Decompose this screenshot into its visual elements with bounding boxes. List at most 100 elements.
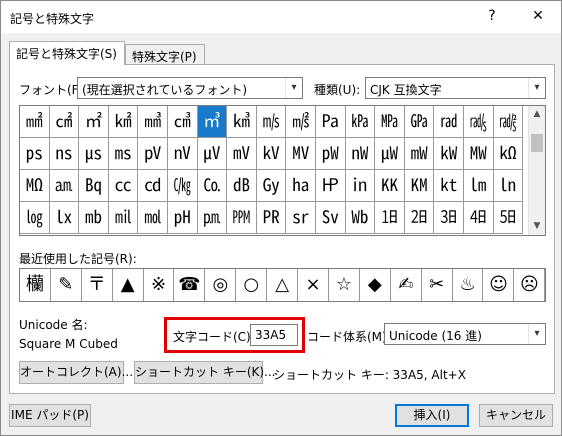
symbol-cell[interactable]: ㏇ <box>197 170 228 202</box>
symbol-cell[interactable]: ㏔ <box>79 202 109 234</box>
recent-symbol-cell[interactable]: ☎ <box>175 269 206 301</box>
recent-symbol-cell[interactable]: ◆ <box>360 269 391 301</box>
symbol-cell[interactable]: ㏜ <box>316 202 346 234</box>
symbol-cell[interactable]: ㏏ <box>434 170 464 202</box>
symbol-cell[interactable]: ㏃ <box>79 170 109 202</box>
symbol-cell[interactable]: ㎴ <box>138 138 168 170</box>
recent-symbol-cell[interactable]: ○ <box>236 269 268 301</box>
recent-symbol-cell[interactable]: 欗 <box>20 269 51 301</box>
symbol-cell[interactable]: ㏆ <box>168 170 198 202</box>
symbol-cell[interactable]: ㏌ <box>345 170 376 202</box>
symbol-cell[interactable]: ㎺ <box>316 138 346 170</box>
symbol-cell[interactable]: ㎣ <box>138 106 168 138</box>
recent-symbol-cell[interactable]: ◎ <box>205 269 237 301</box>
subset-select[interactable]: CJK 互換文字 ▾ <box>365 77 546 99</box>
symbol-cell[interactable]: ㏡ <box>404 202 435 234</box>
char-code-input[interactable]: 33A5 <box>250 324 298 346</box>
symbol-cell[interactable]: ㎪ <box>345 106 376 138</box>
symbol-cell[interactable]: ㏎ <box>404 170 435 202</box>
symbol-cell[interactable]: ㎡ <box>79 106 109 138</box>
insert-button[interactable]: 挿入(I) <box>395 404 469 427</box>
symbol-cell[interactable]: ㎸ <box>256 138 287 170</box>
font-select[interactable]: (現在選択されているフォント) ▾ <box>77 77 303 99</box>
symbol-cell[interactable]: ㎯ <box>493 106 524 138</box>
symbol-cell[interactable]: ㎷ <box>227 138 257 170</box>
ime-pad-button[interactable]: IME パッド(P) <box>9 404 91 427</box>
symbol-cell[interactable]: ㏄ <box>108 170 139 202</box>
symbol-cell[interactable]: ㎹ <box>286 138 316 170</box>
recent-symbol-cell[interactable]: ☆ <box>329 269 360 301</box>
symbol-cell[interactable]: ㎟ <box>20 106 50 138</box>
symbol-cell[interactable]: ㏒ <box>20 202 50 234</box>
symbol-cell[interactable]: ㎧ <box>256 106 287 138</box>
symbol-cell[interactable]: ㏓ <box>49 202 80 234</box>
symbol-cell[interactable]: ㏊ <box>286 170 316 202</box>
symbol-cell[interactable]: ㏙ <box>227 202 257 234</box>
symbol-cell[interactable]: ㏋ <box>316 170 346 202</box>
symbol-cell[interactable]: ㎨ <box>286 106 316 138</box>
symbol-cell[interactable]: ㏣ <box>464 202 494 234</box>
recent-symbol-cell[interactable]: ♨ <box>453 269 484 301</box>
recent-symbol-cell[interactable]: ※ <box>144 269 175 301</box>
symbol-cell[interactable]: ㏀ <box>493 138 524 170</box>
symbol-cell[interactable]: ㏑ <box>493 170 524 202</box>
symbol-cell[interactable]: ㎢ <box>108 106 139 138</box>
code-system-select[interactable]: Unicode (16 進) ▾ <box>384 323 546 345</box>
tab-special-characters[interactable]: 特殊文字(P) <box>125 44 205 66</box>
symbol-cell[interactable]: ㎽ <box>404 138 435 170</box>
symbol-cell[interactable]: ㏈ <box>227 170 257 202</box>
recent-symbol-cell[interactable]: ▲ <box>113 269 144 301</box>
tab-symbols[interactable]: 記号と特殊文字(S) <box>9 41 125 65</box>
scroll-down-icon[interactable]: ▼ <box>529 218 545 235</box>
recent-symbol-cell[interactable]: × <box>298 269 329 301</box>
symbol-cell[interactable]: ㏝ <box>345 202 376 234</box>
symbol-cell[interactable]: ㎬ <box>404 106 435 138</box>
shortcut-key-button[interactable]: ショートカット キー(K)... <box>134 361 276 384</box>
symbol-cell[interactable]: ㏗ <box>168 202 198 234</box>
symbol-cell[interactable]: ㎱ <box>49 138 80 170</box>
symbol-cell[interactable]: ㎼ <box>375 138 405 170</box>
recent-symbol-cell[interactable]: ✎ <box>51 269 82 301</box>
autocorrect-button[interactable]: オートコレクト(A)... <box>19 361 133 384</box>
symbol-cell[interactable]: ㏉ <box>256 170 287 202</box>
symbol-cell[interactable]: ㎲ <box>79 138 109 170</box>
symbol-cell[interactable]: ㎮ <box>464 106 494 138</box>
recent-symbol-cell[interactable]: 〒 <box>82 269 113 301</box>
symbol-cell[interactable]: ㏘ <box>197 202 228 234</box>
symbol-cell[interactable]: ㎻ <box>345 138 376 170</box>
symbol-cell[interactable]: ㎥ <box>197 106 228 138</box>
symbol-cell[interactable]: ㏍ <box>375 170 405 202</box>
symbol-cell[interactable]: ㎰ <box>20 138 50 170</box>
symbol-cell[interactable]: ㏛ <box>286 202 316 234</box>
cancel-button[interactable]: キャンセル <box>479 404 553 427</box>
symbol-cell[interactable]: ㏚ <box>256 202 287 234</box>
symbol-cell[interactable]: ㎩ <box>316 106 346 138</box>
symbol-cell[interactable]: ㏤ <box>493 202 524 234</box>
symbol-cell[interactable]: ㎭ <box>434 106 464 138</box>
grid-scrollbar[interactable]: ▲ ▼ <box>528 106 545 235</box>
symbol-cell[interactable]: ㏠ <box>375 202 405 234</box>
scroll-up-icon[interactable]: ▲ <box>529 106 545 123</box>
symbol-cell[interactable]: ㏁ <box>20 170 50 202</box>
symbol-cell[interactable]: ㎤ <box>168 106 198 138</box>
symbol-cell[interactable]: ㎶ <box>197 138 228 170</box>
symbol-cell[interactable]: ㎦ <box>227 106 257 138</box>
help-button[interactable]: ? <box>477 3 507 29</box>
recent-symbol-cell[interactable]: ☹ <box>514 269 546 301</box>
symbol-cell[interactable]: ㏢ <box>434 202 464 234</box>
symbol-cell[interactable]: ㏅ <box>138 170 168 202</box>
symbol-cell[interactable]: ㏕ <box>108 202 139 234</box>
symbol-cell[interactable]: ㏖ <box>138 202 168 234</box>
symbol-cell[interactable]: ㎾ <box>434 138 464 170</box>
scroll-thumb[interactable] <box>531 134 543 152</box>
symbol-cell[interactable]: ㎠ <box>49 106 80 138</box>
symbol-cell[interactable]: ㎳ <box>108 138 139 170</box>
symbol-cell[interactable]: ㎵ <box>168 138 198 170</box>
symbol-cell[interactable]: ㏐ <box>464 170 494 202</box>
recent-symbol-cell[interactable]: ☺ <box>484 269 515 301</box>
recent-symbol-cell[interactable]: ✍ <box>391 269 422 301</box>
symbol-cell[interactable]: ㎫ <box>375 106 405 138</box>
close-button[interactable]: ✕ <box>523 3 553 29</box>
symbol-cell[interactable]: ㎿ <box>464 138 494 170</box>
symbol-cell[interactable]: ㏂ <box>49 170 80 202</box>
